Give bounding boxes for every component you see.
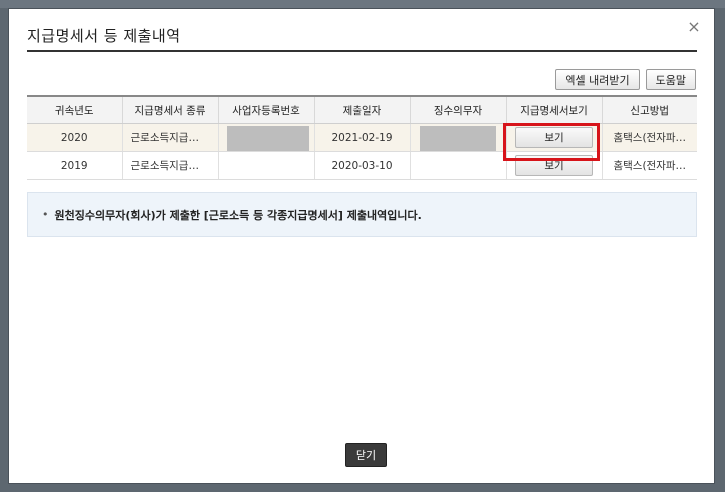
cell-report-method: 홈택스(전자파… <box>601 123 697 152</box>
cell-business-number-redacted <box>217 151 314 180</box>
cell-business-number-redacted <box>217 123 314 152</box>
title-divider <box>27 50 697 52</box>
submission-table: 귀속년도 지급명세서 종류 사업자등록번호 제출일자 징수의무자 지급명세서보기… <box>27 95 697 180</box>
cell-year: 2020 <box>27 123 122 152</box>
cell-withholding-agent-redacted <box>409 151 506 180</box>
notice-bullet: • <box>42 208 49 221</box>
cell-view: 보기 <box>505 123 602 152</box>
cell-view: 보기 <box>505 151 602 180</box>
close-button[interactable]: 닫기 <box>345 443 387 467</box>
redaction-block <box>419 126 496 151</box>
cell-submit-date: 2021-02-19 <box>313 123 410 152</box>
submission-history-dialog: 지급명세서 등 제출내역 × 엑셀 내려받기 도움말 귀속년도 지급명세서 종류… <box>8 8 715 484</box>
cell-year: 2019 <box>27 151 122 180</box>
view-statement-button[interactable]: 보기 <box>515 127 593 148</box>
header-business-number: 사업자등록번호 <box>217 95 314 124</box>
header-withholding-agent: 징수의무자 <box>409 95 506 124</box>
cell-statement-type: 근로소득지급… <box>121 123 218 152</box>
notice-text: 원천징수의무자(회사)가 제출한 [근로소득 등 각종지급명세서] 제출내역입니… <box>54 208 422 222</box>
help-button[interactable]: 도움말 <box>645 69 696 90</box>
header-view-statement: 지급명세서보기 <box>505 95 602 124</box>
notice-box: • 원천징수의무자(회사)가 제출한 [근로소득 등 각종지급명세서] 제출내역… <box>27 192 697 237</box>
cell-submit-date: 2020-03-10 <box>313 151 410 180</box>
table-header-row: 귀속년도 지급명세서 종류 사업자등록번호 제출일자 징수의무자 지급명세서보기… <box>27 95 697 124</box>
cell-report-method: 홈택스(전자파… <box>601 151 697 180</box>
header-report-method: 신고방법 <box>601 95 697 124</box>
close-icon[interactable]: × <box>684 17 704 37</box>
redaction-block <box>226 126 309 151</box>
header-statement-type: 지급명세서 종류 <box>121 95 218 124</box>
table-row: 2020 근로소득지급… 2021-02-19 보기 홈택스(전자파… <box>27 123 697 152</box>
backdrop <box>0 0 725 8</box>
cell-statement-type: 근로소득지급… <box>121 151 218 180</box>
cell-withholding-agent-redacted <box>409 123 506 152</box>
dialog-title: 지급명세서 등 제출내역 <box>27 27 181 45</box>
header-submit-date: 제출일자 <box>313 95 410 124</box>
view-statement-button[interactable]: 보기 <box>515 155 593 176</box>
table-row: 2019 근로소득지급… 2020-03-10 보기 홈택스(전자파… <box>27 151 697 180</box>
toolbar: 엑셀 내려받기 도움말 <box>555 69 696 90</box>
excel-download-button[interactable]: 엑셀 내려받기 <box>555 69 640 90</box>
header-year: 귀속년도 <box>27 95 122 124</box>
